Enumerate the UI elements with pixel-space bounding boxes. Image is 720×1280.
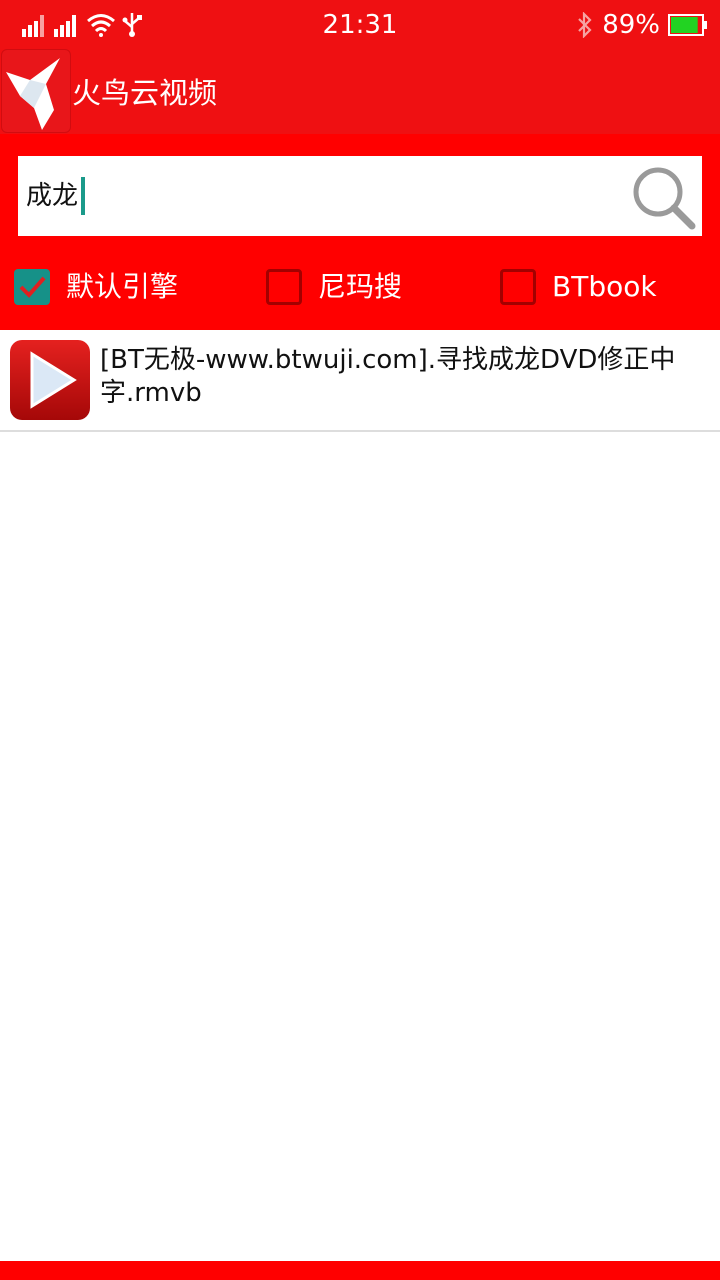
- engine-option-default[interactable]: 默认引擎: [14, 262, 178, 312]
- engine-label: BTbook: [552, 270, 657, 303]
- search-panel: 成龙 默认引擎 尼玛搜 BTbook: [0, 134, 720, 330]
- search-button[interactable]: [628, 164, 698, 230]
- result-list: [BT无极-www.btwuji.com].寻找成龙DVD修正中字.rmvb: [0, 330, 720, 432]
- status-bar: 21:31 89%: [0, 0, 720, 50]
- engine-label: 默认引擎: [66, 270, 179, 303]
- search-input-value: 成龙: [26, 181, 79, 211]
- search-input[interactable]: 成龙: [26, 174, 86, 218]
- battery-icon: [668, 14, 707, 36]
- search-icon: [633, 167, 696, 230]
- list-item[interactable]: [BT无极-www.btwuji.com].寻找成龙DVD修正中字.rmvb: [0, 330, 720, 432]
- engine-checkbox[interactable]: [266, 269, 302, 305]
- checkmark-icon: [19, 276, 46, 298]
- status-right-icons: 89%: [576, 10, 708, 40]
- app-bar: 火鸟云视频: [0, 49, 720, 134]
- engine-option-btbook[interactable]: BTbook: [500, 262, 657, 312]
- text-caret: [81, 177, 86, 215]
- engine-checkbox[interactable]: [500, 269, 536, 305]
- bluetooth-icon: [578, 12, 592, 38]
- play-video-icon: [10, 340, 90, 420]
- battery-percent: 89%: [602, 10, 660, 40]
- engine-options: 默认引擎 尼玛搜 BTbook: [0, 262, 720, 312]
- engine-label: 尼玛搜: [318, 270, 403, 303]
- search-box[interactable]: 成龙: [18, 156, 702, 236]
- app-title: 火鸟云视频: [72, 76, 218, 110]
- engine-checkbox[interactable]: [14, 269, 50, 305]
- hummingbird-logo-icon: [1, 49, 71, 133]
- bottom-bar: [0, 1261, 720, 1280]
- result-title: [BT无极-www.btwuji.com].寻找成龙DVD修正中字.rmvb: [100, 345, 676, 408]
- engine-option-nimasou[interactable]: 尼玛搜: [266, 262, 402, 312]
